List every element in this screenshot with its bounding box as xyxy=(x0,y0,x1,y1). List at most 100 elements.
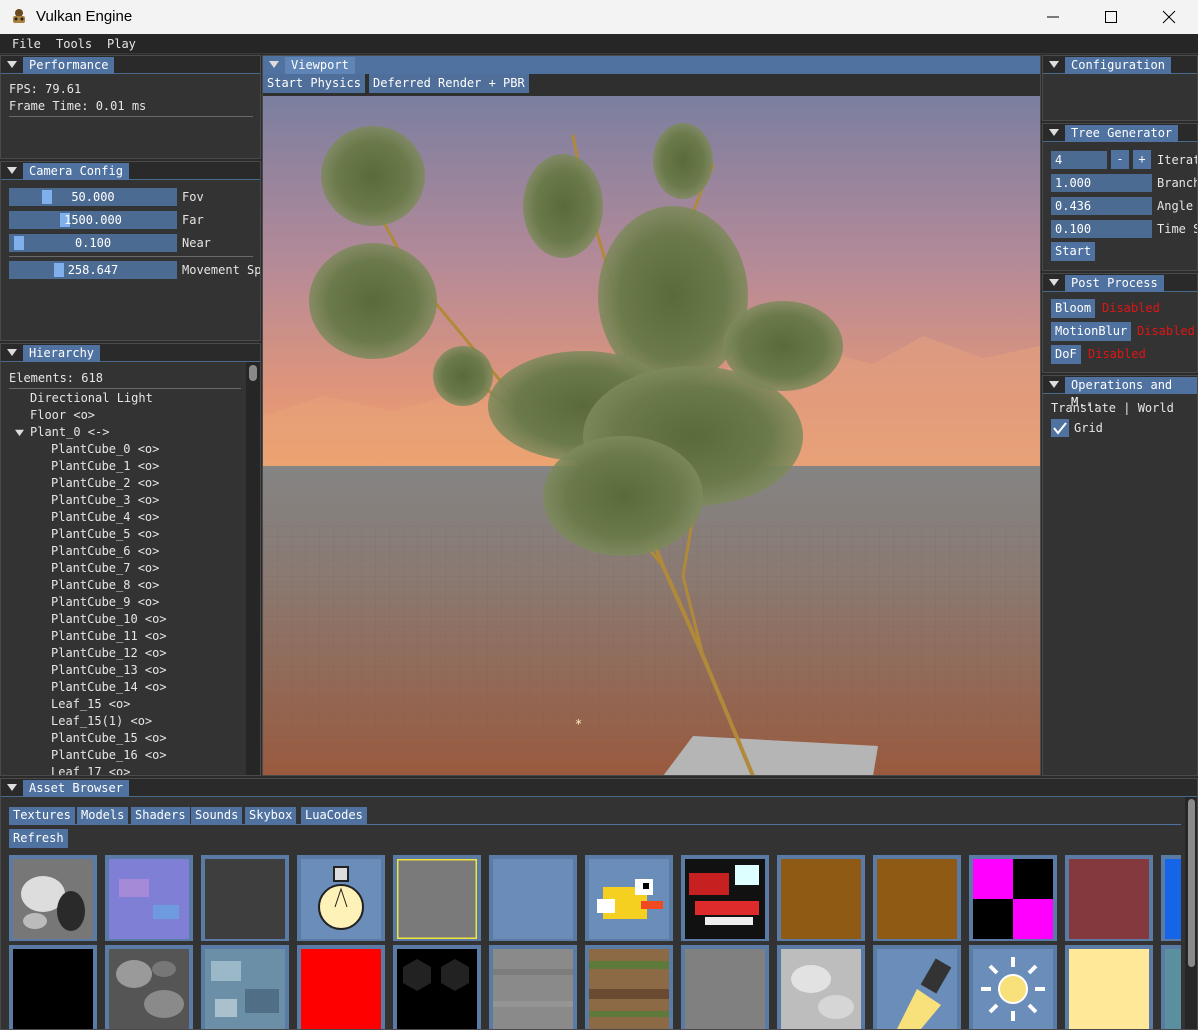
scrollbar-thumb[interactable] xyxy=(249,365,257,381)
asset-thumbnail[interactable] xyxy=(873,855,961,941)
menu-file[interactable]: File xyxy=(12,37,41,51)
asset-thumbnail[interactable] xyxy=(297,855,385,941)
asset-thumbnail[interactable] xyxy=(1161,945,1181,1029)
iterations-input[interactable]: 4 xyxy=(1051,151,1107,169)
hierarchy-item[interactable]: PlantCube_10 <o> xyxy=(1,611,241,628)
expand-arrow-icon[interactable] xyxy=(15,428,24,437)
movement-speed-slider[interactable]: 258.647 xyxy=(9,261,177,279)
hierarchy-item[interactable]: PlantCube_4 <o> xyxy=(1,509,241,526)
asset-thumbnail[interactable] xyxy=(1065,855,1153,941)
tab-camera-config[interactable]: Camera Config xyxy=(23,163,129,180)
menu-play[interactable]: Play xyxy=(107,37,136,51)
hierarchy-item[interactable]: Leaf_17 <o> xyxy=(1,764,241,775)
tab-configuration[interactable]: Configuration xyxy=(1065,57,1171,74)
near-slider[interactable]: 0.100 xyxy=(9,234,177,252)
hierarchy-item[interactable]: PlantCube_3 <o> xyxy=(1,492,241,509)
collapse-arrow-icon[interactable] xyxy=(7,347,17,357)
far-slider[interactable]: 1500.000 xyxy=(9,211,177,229)
asset-thumbnail[interactable] xyxy=(969,855,1057,941)
dof-toggle-button[interactable]: DoF xyxy=(1051,345,1081,364)
bloom-toggle-button[interactable]: Bloom xyxy=(1051,299,1096,318)
branch-input[interactable]: 1.000 xyxy=(1051,174,1152,192)
asset-thumbnail[interactable] xyxy=(393,855,481,941)
tab-performance[interactable]: Performance xyxy=(23,57,115,74)
hierarchy-item[interactable]: PlantCube_12 <o> xyxy=(1,645,241,662)
tab-asset-browser[interactable]: Asset Browser xyxy=(23,780,129,797)
collapse-arrow-icon[interactable] xyxy=(1049,379,1059,389)
tab-tree-generator[interactable]: Tree Generator xyxy=(1065,125,1179,142)
asset-thumbnail[interactable] xyxy=(201,945,289,1029)
asset-tab-luacodes[interactable]: LuaCodes xyxy=(301,807,367,824)
collapse-arrow-icon[interactable] xyxy=(7,165,17,175)
asset-tab-models[interactable]: Models xyxy=(77,807,129,824)
asset-thumbnail[interactable] xyxy=(105,945,193,1029)
motion-blur-toggle-button[interactable]: MotionBlur xyxy=(1051,322,1132,341)
tab-hierarchy[interactable]: Hierarchy xyxy=(23,345,101,362)
hierarchy-item[interactable]: PlantCube_16 <o> xyxy=(1,747,241,764)
time-step-input[interactable]: 0.100 xyxy=(1051,220,1152,238)
close-button[interactable] xyxy=(1140,0,1198,34)
tab-viewport[interactable]: Viewport xyxy=(285,57,355,74)
grid-checkbox[interactable] xyxy=(1051,419,1069,437)
hierarchy-item[interactable]: Directional Light xyxy=(1,390,241,407)
hierarchy-item[interactable]: Leaf_15 <o> xyxy=(1,696,241,713)
hierarchy-item[interactable]: PlantCube_5 <o> xyxy=(1,526,241,543)
iterations-decrement-button[interactable]: - xyxy=(1111,150,1129,169)
hierarchy-scrollbar[interactable] xyxy=(246,362,260,775)
collapse-arrow-icon[interactable] xyxy=(1049,59,1059,69)
asset-thumbnail[interactable] xyxy=(9,945,97,1029)
tab-operations[interactable]: Operations and M... xyxy=(1065,377,1197,409)
hierarchy-item[interactable]: PlantCube_15 <o> xyxy=(1,730,241,747)
fov-slider[interactable]: 50.000 xyxy=(9,188,177,206)
hierarchy-item[interactable]: PlantCube_7 <o> xyxy=(1,560,241,577)
hierarchy-item[interactable]: PlantCube_13 <o> xyxy=(1,662,241,679)
hierarchy-item[interactable]: PlantCube_2 <o> xyxy=(1,475,241,492)
collapse-arrow-icon[interactable] xyxy=(269,59,279,69)
asset-thumbnail[interactable] xyxy=(1161,855,1181,941)
asset-thumbnail[interactable] xyxy=(297,945,385,1029)
scrollbar-thumb[interactable] xyxy=(1188,799,1195,967)
hierarchy-item[interactable]: PlantCube_14 <o> xyxy=(1,679,241,696)
asset-thumbnail[interactable] xyxy=(969,945,1057,1029)
refresh-button[interactable]: Refresh xyxy=(9,829,68,848)
asset-thumbnail[interactable] xyxy=(105,855,193,941)
collapse-arrow-icon[interactable] xyxy=(1049,277,1059,287)
tab-post-process[interactable]: Post Process xyxy=(1065,275,1164,292)
iterations-increment-button[interactable]: + xyxy=(1133,150,1151,169)
hierarchy-item[interactable]: PlantCube_1 <o> xyxy=(1,458,241,475)
asset-thumbnail[interactable] xyxy=(873,945,961,1029)
collapse-arrow-icon[interactable] xyxy=(7,59,17,69)
asset-thumbnail[interactable] xyxy=(777,945,865,1029)
asset-thumbnail[interactable] xyxy=(489,945,577,1029)
minimize-button[interactable] xyxy=(1024,0,1082,34)
render-mode-button[interactable]: Deferred Render + PBR xyxy=(369,74,529,93)
asset-thumbnail[interactable] xyxy=(681,855,769,941)
asset-tab-skybox[interactable]: Skybox xyxy=(245,807,297,824)
start-physics-button[interactable]: Start Physics xyxy=(263,74,365,93)
maximize-button[interactable] xyxy=(1082,0,1140,34)
hierarchy-item[interactable]: PlantCube_11 <o> xyxy=(1,628,241,645)
hierarchy-item[interactable]: PlantCube_9 <o> xyxy=(1,594,241,611)
asset-thumbnail[interactable] xyxy=(585,945,673,1029)
collapse-arrow-icon[interactable] xyxy=(1049,127,1059,137)
asset-tab-textures[interactable]: Textures xyxy=(9,807,75,824)
asset-thumbnail[interactable] xyxy=(585,855,673,941)
hierarchy-item[interactable]: PlantCube_0 <o> xyxy=(1,441,241,458)
asset-thumbnail[interactable] xyxy=(393,945,481,1029)
asset-tab-sounds[interactable]: Sounds xyxy=(191,807,243,824)
hierarchy-item[interactable]: Leaf_15(1) <o> xyxy=(1,713,241,730)
asset-thumbnail[interactable] xyxy=(1065,945,1153,1029)
menu-tools[interactable]: Tools xyxy=(56,37,92,51)
hierarchy-item[interactable]: PlantCube_8 <o> xyxy=(1,577,241,594)
hierarchy-item[interactable]: Plant_0 <-> xyxy=(1,424,241,441)
asset-tab-shaders[interactable]: Shaders xyxy=(131,807,190,824)
start-generate-button[interactable]: Start xyxy=(1051,242,1096,261)
collapse-arrow-icon[interactable] xyxy=(7,782,17,792)
hierarchy-item[interactable]: Floor <o> xyxy=(1,407,241,424)
asset-thumbnail[interactable] xyxy=(777,855,865,941)
angle-input[interactable]: 0.436 xyxy=(1051,197,1152,215)
asset-scrollbar[interactable] xyxy=(1185,797,1197,1029)
hierarchy-item[interactable]: PlantCube_6 <o> xyxy=(1,543,241,560)
asset-thumbnail[interactable] xyxy=(9,855,97,941)
asset-thumbnail[interactable] xyxy=(201,855,289,941)
